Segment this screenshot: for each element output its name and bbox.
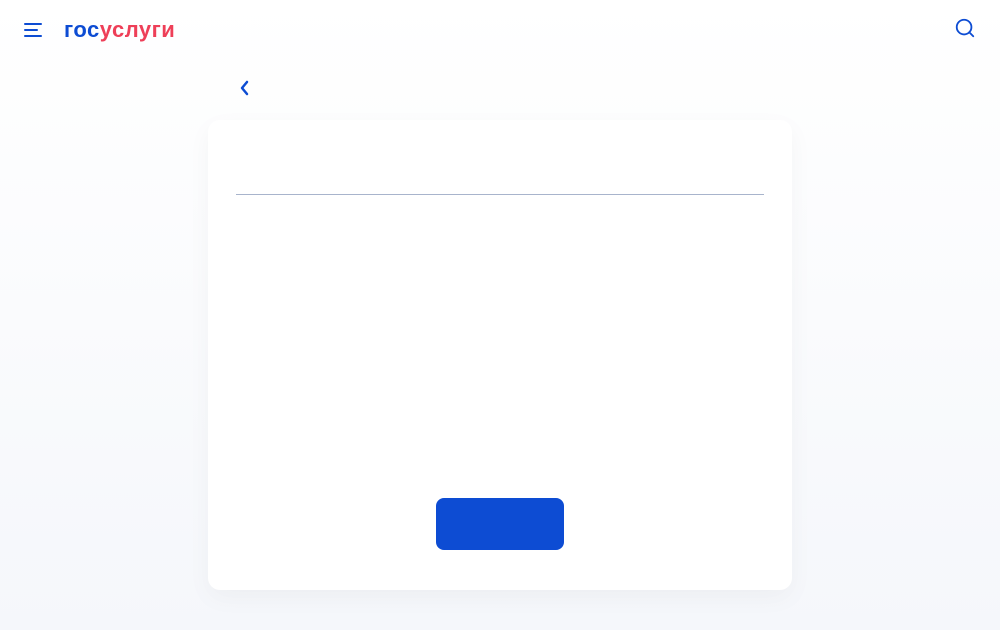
menu-icon[interactable] [24,20,44,40]
header-left: госуслуги [24,17,175,43]
main-content [0,60,1000,590]
logo[interactable]: госуслуги [64,17,175,43]
input-underline[interactable] [236,194,764,195]
search-icon[interactable] [954,17,976,43]
submit-button[interactable] [436,498,564,550]
card-spacer [236,215,764,498]
header: госуслуги [0,0,1000,60]
logo-part-1: гос [64,17,100,42]
form-card [208,120,792,590]
logo-part-2: услуги [100,17,176,42]
back-button[interactable] [240,80,250,100]
